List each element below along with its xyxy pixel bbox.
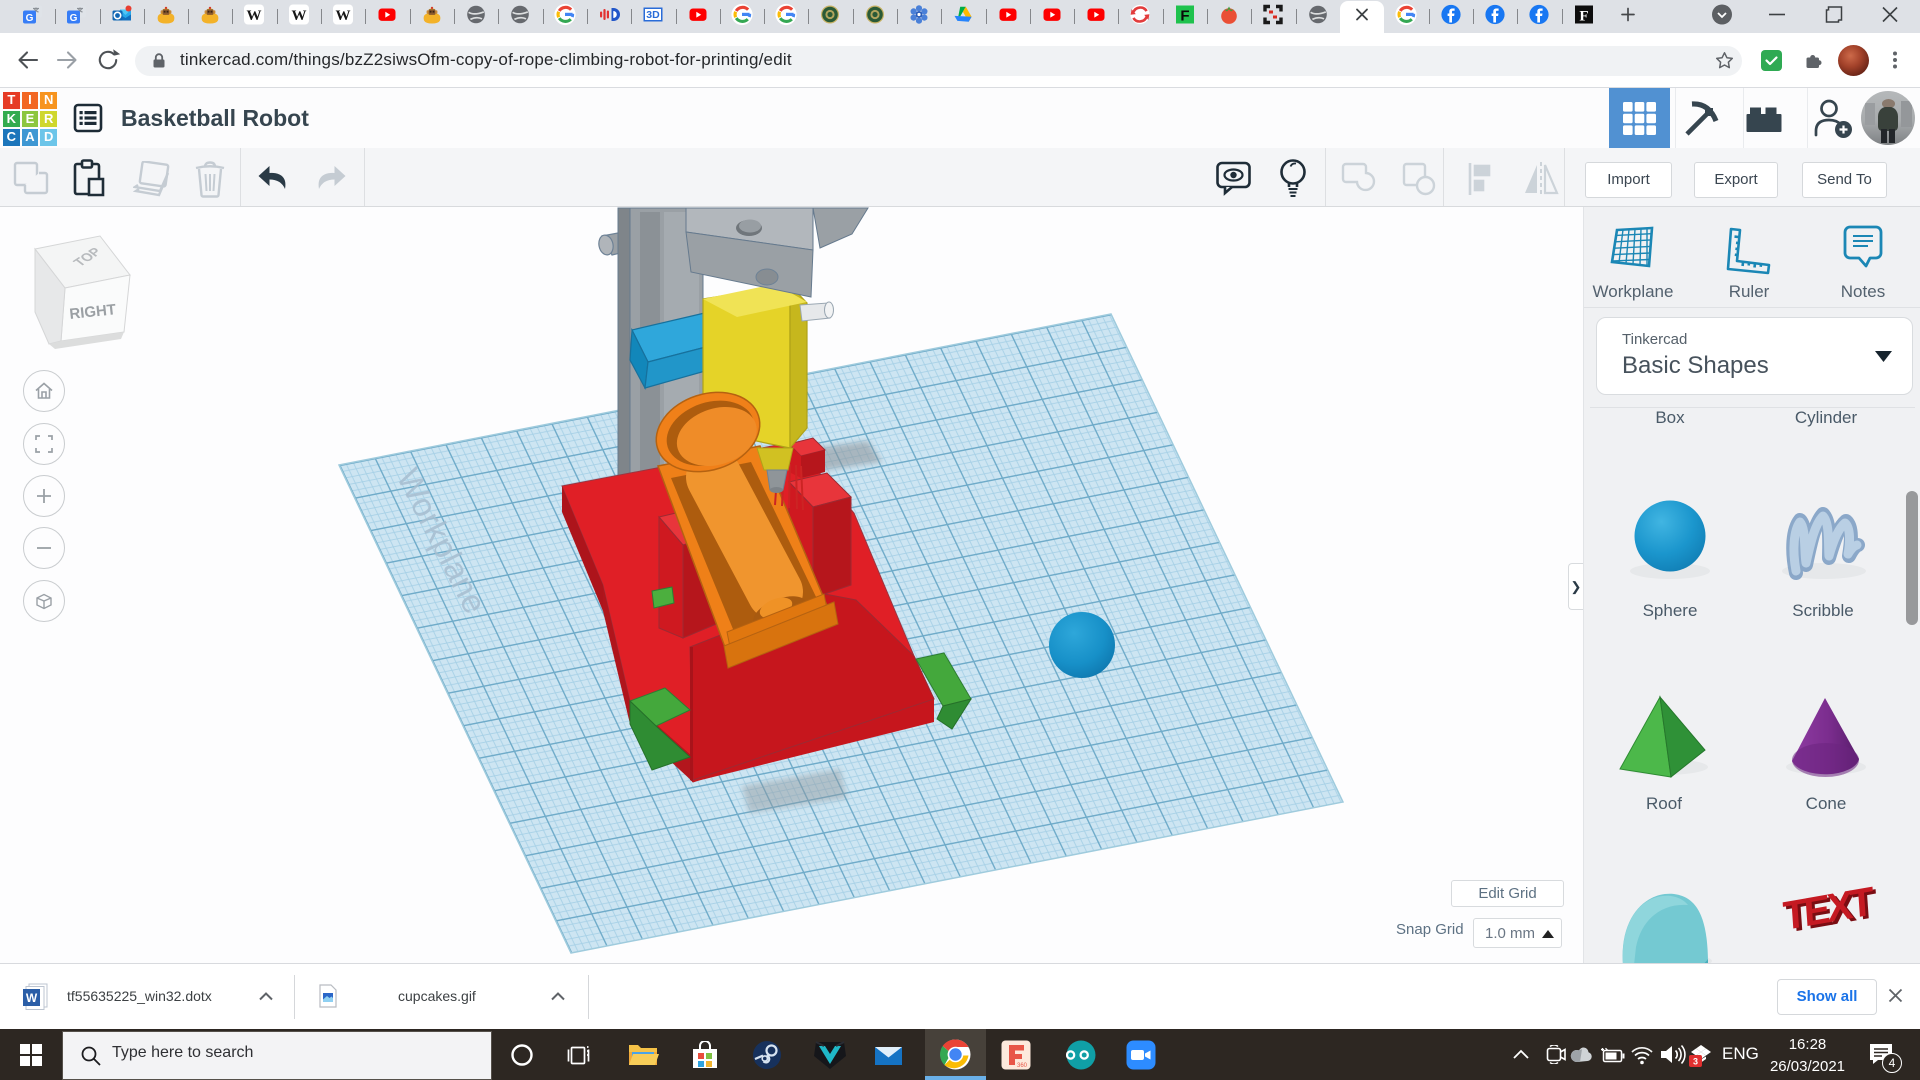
- svg-text:360: 360: [1017, 1063, 1028, 1069]
- svg-text:3: 3: [1693, 1057, 1698, 1067]
- svg-text:TEXT: TEXT: [1782, 879, 1876, 939]
- svg-text:W: W: [26, 991, 38, 1005]
